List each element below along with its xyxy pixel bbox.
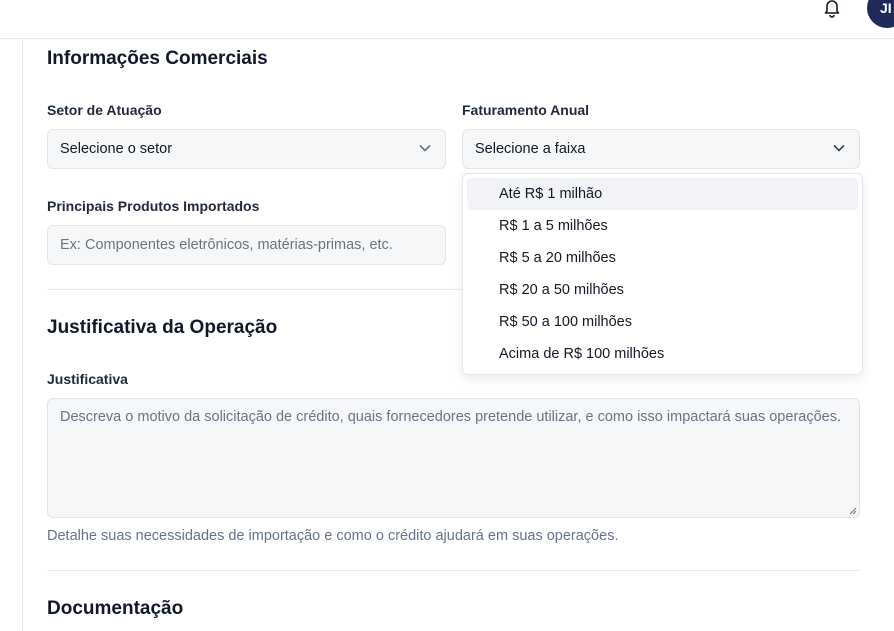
revenue-option[interactable]: R$ 50 a 100 milhões xyxy=(467,306,858,338)
revenue-option[interactable]: Até R$ 1 milhão xyxy=(467,178,858,210)
revenue-option[interactable]: R$ 5 a 20 milhões xyxy=(467,242,858,274)
sector-label: Setor de Atuação xyxy=(47,102,162,118)
revenue-dropdown-menu: Até R$ 1 milhão R$ 1 a 5 milhões R$ 5 a … xyxy=(462,173,863,375)
avatar[interactable]: JI xyxy=(867,0,894,28)
sector-select-value: Selecione o setor xyxy=(60,141,173,157)
justification-textarea[interactable]: Descreva o motivo da solicitação de créd… xyxy=(47,398,860,518)
revenue-select-value: Selecione a faixa xyxy=(475,141,586,157)
justification-placeholder: Descreva o motivo da solicitação de créd… xyxy=(60,409,841,425)
products-label: Principais Produtos Importados xyxy=(47,198,260,214)
resize-handle-icon[interactable] xyxy=(849,507,857,515)
section-title-justification: Justificativa da Operação xyxy=(47,317,278,338)
justification-hint: Detalhe suas necessidades de importação … xyxy=(47,528,619,544)
revenue-option[interactable]: R$ 1 a 5 milhões xyxy=(467,210,858,242)
products-input[interactable]: Ex: Componentes eletrônicos, matérias-pr… xyxy=(47,225,446,265)
chevron-down-icon xyxy=(419,144,431,152)
sector-select[interactable]: Selecione o setor xyxy=(47,129,446,169)
section-title-commercial: Informações Comerciais xyxy=(47,48,268,69)
revenue-select[interactable]: Selecione a faixa xyxy=(462,129,860,169)
chevron-down-icon xyxy=(833,144,845,152)
bell-icon[interactable] xyxy=(822,0,842,18)
revenue-option[interactable]: Acima de R$ 100 milhões xyxy=(467,338,858,370)
justification-label: Justificativa xyxy=(47,371,128,387)
divider xyxy=(47,570,860,571)
revenue-option[interactable]: R$ 20 a 50 milhões xyxy=(467,274,858,306)
section-title-documentation: Documentação xyxy=(47,598,184,619)
revenue-label: Faturamento Anual xyxy=(462,102,590,118)
top-bar: JI xyxy=(0,0,894,39)
